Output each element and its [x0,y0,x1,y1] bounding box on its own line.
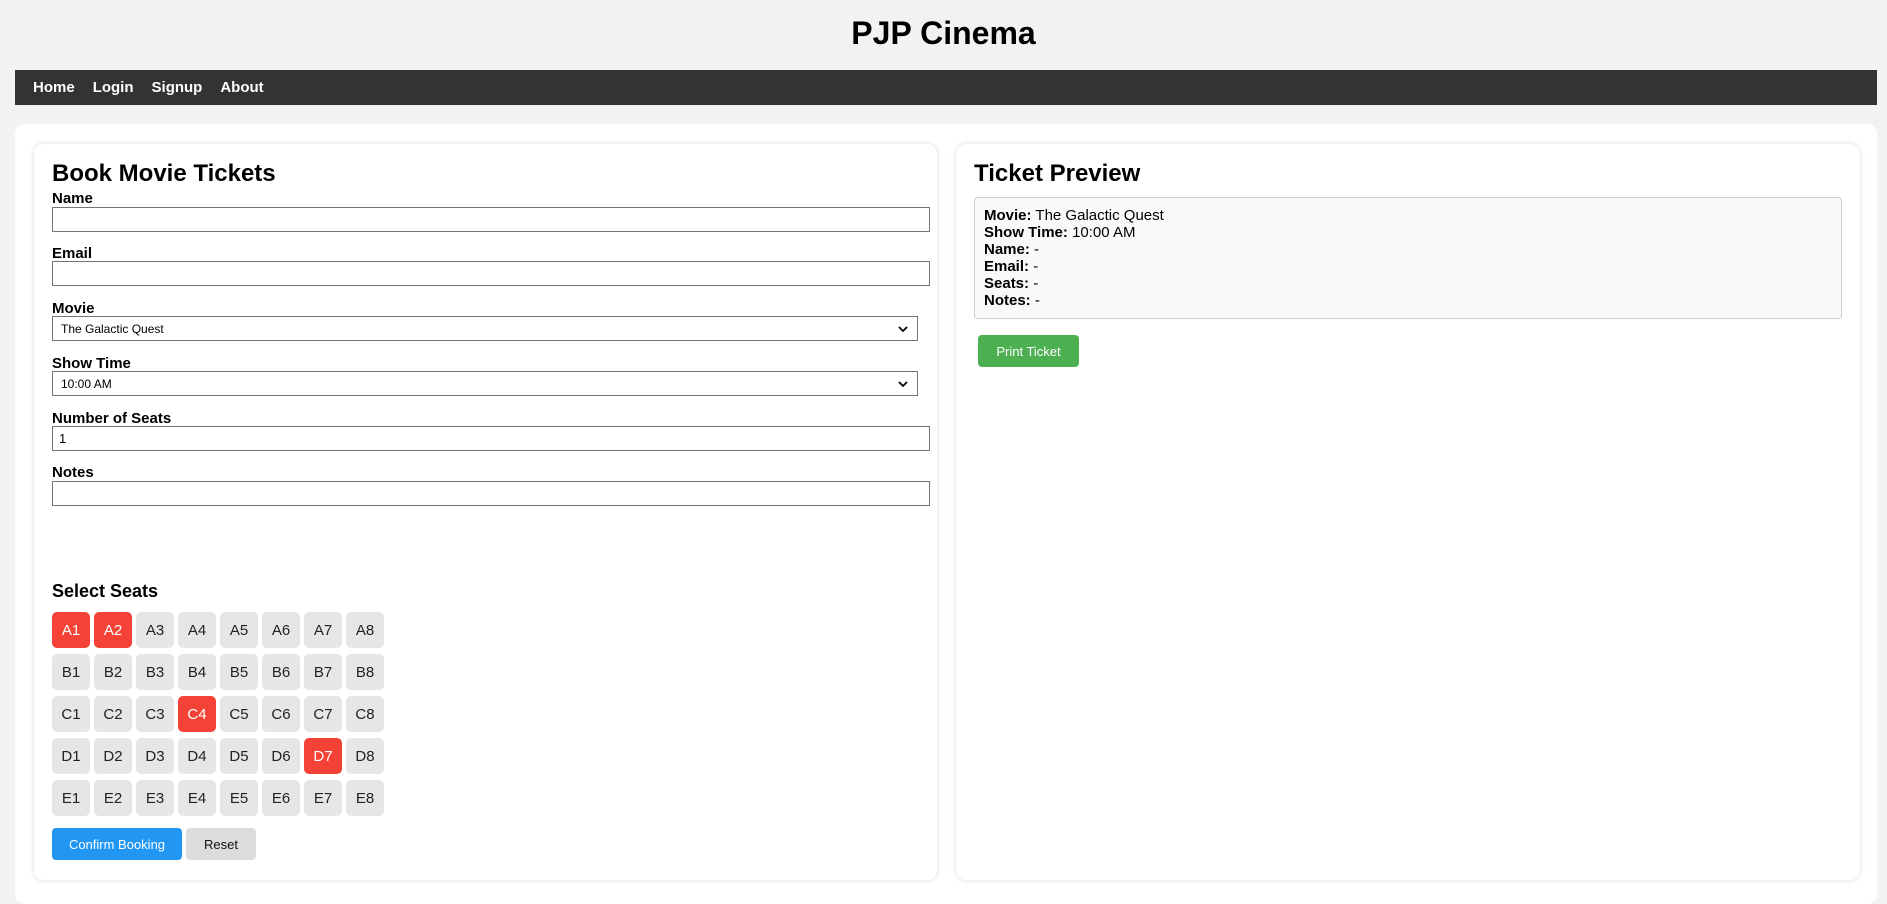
preview-seats: Seats: - [984,275,1832,292]
preview-name: Name: - [984,241,1832,258]
preview-value: - [1034,292,1040,309]
email-input[interactable] [52,261,930,286]
nav-about[interactable]: About [220,79,263,96]
seat-b6[interactable]: B6 [262,654,300,690]
seat-a8[interactable]: A8 [346,612,384,648]
chevron-down-icon [898,325,908,332]
notes-label: Notes [52,464,94,481]
site-title: PJP Cinema [851,15,1036,51]
showtime-select[interactable]: 10:00 AM [52,371,918,396]
movie-select-value: The Galactic Quest [61,321,164,336]
preview-value: - [1033,258,1039,275]
navbar: Home Login Signup About [15,70,1877,105]
seat-count-label: Number of Seats [52,410,172,427]
seat-c6[interactable]: C6 [262,696,300,732]
preview-key: Movie: [984,207,1032,224]
ticket-preview-box: Movie: The Galactic Quest Show Time: 10:… [974,197,1842,319]
preview-showtime: Show Time: 10:00 AM [984,224,1832,241]
ticket-preview-panel: Ticket Preview Movie: The Galactic Quest… [956,144,1860,880]
name-label: Name [52,190,93,207]
seat-b2[interactable]: B2 [94,654,132,690]
seat-e4[interactable]: E4 [178,780,216,816]
movie-label: Movie [52,300,95,317]
main-container: Book Movie Tickets Name Email Movie The … [15,124,1877,904]
seat-d5[interactable]: D5 [220,738,258,774]
seat-b4[interactable]: B4 [178,654,216,690]
seat-b8[interactable]: B8 [346,654,384,690]
seat-b3[interactable]: B3 [136,654,174,690]
seat-e5[interactable]: E5 [220,780,258,816]
preview-key: Seats: [984,275,1030,292]
preview-value: 10:00 AM [1072,224,1136,241]
chevron-down-icon [898,380,908,387]
seat-c8[interactable]: C8 [346,696,384,732]
preview-movie: Movie: The Galactic Quest [984,207,1832,224]
preview-value: The Galactic Quest [1035,207,1164,224]
seat-a3[interactable]: A3 [136,612,174,648]
seat-c7[interactable]: C7 [304,696,342,732]
nav-login[interactable]: Login [93,79,134,96]
booking-form-panel: Book Movie Tickets Name Email Movie The … [34,144,937,880]
print-ticket-button[interactable]: Print Ticket [978,335,1079,367]
seat-b5[interactable]: B5 [220,654,258,690]
seat-a6[interactable]: A6 [262,612,300,648]
movie-select[interactable]: The Galactic Quest [52,316,918,341]
nav-home[interactable]: Home [33,79,75,96]
seat-b1[interactable]: B1 [52,654,90,690]
seat-d3[interactable]: D3 [136,738,174,774]
seat-e3[interactable]: E3 [136,780,174,816]
preview-key: Notes: [984,292,1031,309]
seat-e7[interactable]: E7 [304,780,342,816]
seat-d6[interactable]: D6 [262,738,300,774]
seat-e1[interactable]: E1 [52,780,90,816]
preview-value: - [1033,275,1039,292]
seat-d7[interactable]: D7 [304,738,342,774]
seat-a5[interactable]: A5 [220,612,258,648]
preview-notes: Notes: - [984,292,1832,309]
seat-d2[interactable]: D2 [94,738,132,774]
nav-signup[interactable]: Signup [152,79,203,96]
booking-heading: Book Movie Tickets [52,160,276,187]
seat-c2[interactable]: C2 [94,696,132,732]
email-label: Email [52,245,93,262]
preview-key: Show Time: [984,224,1068,241]
seat-d1[interactable]: D1 [52,738,90,774]
seat-b7[interactable]: B7 [304,654,342,690]
select-seats-heading: Select Seats [52,581,159,601]
seat-a1[interactable]: A1 [52,612,90,648]
confirm-booking-button[interactable]: Confirm Booking [52,828,182,860]
seat-e8[interactable]: E8 [346,780,384,816]
name-input[interactable] [52,207,930,232]
seat-a2[interactable]: A2 [94,612,132,648]
seat-c1[interactable]: C1 [52,696,90,732]
seat-c4[interactable]: C4 [178,696,216,732]
reset-button[interactable]: Reset [186,828,256,860]
preview-value: - [1034,241,1040,258]
seat-d8[interactable]: D8 [346,738,384,774]
seat-count-input[interactable] [52,426,930,451]
preview-key: Email: [984,258,1030,275]
seat-d4[interactable]: D4 [178,738,216,774]
seat-a4[interactable]: A4 [178,612,216,648]
seat-c5[interactable]: C5 [220,696,258,732]
seat-c3[interactable]: C3 [136,696,174,732]
seat-a7[interactable]: A7 [304,612,342,648]
preview-heading: Ticket Preview [974,160,1141,187]
showtime-label: Show Time [52,355,131,372]
notes-input[interactable] [52,481,930,506]
seat-e2[interactable]: E2 [94,780,132,816]
seat-e6[interactable]: E6 [262,780,300,816]
showtime-select-value: 10:00 AM [61,376,112,391]
seat-grid: A1 A2 A3 A4 A5 A6 A7 A8 B1 B2 B3 B4 B5 B6 B7 B8 C1 C2 C3 C4… [52,612,384,816]
preview-key: Name: [984,241,1030,258]
preview-email: Email: - [984,258,1832,275]
